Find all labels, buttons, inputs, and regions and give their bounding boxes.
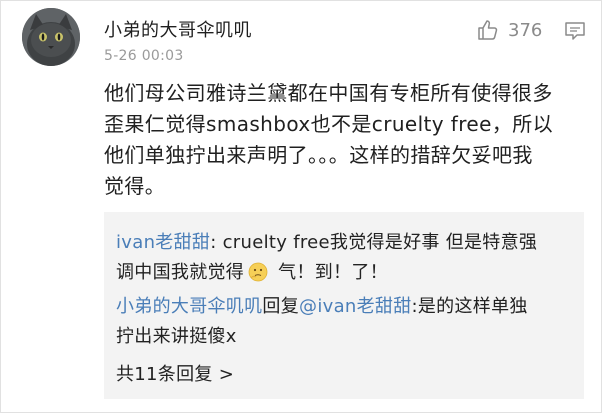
view-all-replies-link[interactable]: 共11条回复 > bbox=[116, 360, 234, 386]
reply-text: 气！到！了！ bbox=[272, 262, 388, 283]
reply-word: 回复 bbox=[262, 296, 300, 317]
reply-username[interactable]: ivan老甜甜 bbox=[116, 232, 210, 253]
reply-text: 拧出来讲挺傻x bbox=[116, 326, 237, 347]
comment-line: 歪果仁觉得smashbox也不是cruelty free，所以 bbox=[104, 112, 554, 136]
comment-timestamp: 5-26 00:03 bbox=[104, 48, 184, 64]
comment-line: 觉得。 bbox=[104, 174, 166, 198]
replies-panel: ivan老甜甜: cruelty free我觉得是好事 但是特意强 调中国我就觉… bbox=[104, 212, 584, 399]
thumbs-up-icon bbox=[478, 20, 498, 40]
comment-username[interactable]: 小弟的大哥伞叽叽 bbox=[104, 16, 252, 42]
reply-mention[interactable]: @ivan老甜甜 bbox=[299, 296, 412, 317]
reply-text: 调中国我就觉得 bbox=[116, 262, 245, 283]
avatar[interactable] bbox=[22, 8, 80, 66]
reply-item: 小弟的大哥伞叽叽回复@ivan老甜甜:是的这样单独 bbox=[116, 292, 528, 318]
like-count: 376 bbox=[508, 19, 543, 41]
like-button[interactable]: 376 bbox=[476, 17, 542, 43]
reply-item: ivan老甜甜: cruelty free我觉得是好事 但是特意强 bbox=[116, 228, 537, 254]
comment-content: 他们母公司雅诗兰黛都在中国有专柜所有使得很多 歪果仁觉得smashbox也不是c… bbox=[104, 78, 554, 202]
reply-text: : cruelty free我觉得是好事 但是特意强 bbox=[210, 232, 538, 253]
reply-button[interactable] bbox=[563, 19, 587, 43]
comment-line: 他们母公司雅诗兰黛都在中国有专柜所有使得很多 bbox=[104, 81, 553, 105]
reply-username[interactable]: 小弟的大哥伞叽叽 bbox=[116, 296, 262, 317]
comment-bubble-icon bbox=[565, 22, 585, 40]
comment-line: 他们单独拧出来声明了。。。这样的措辞欠妥吧我 bbox=[104, 143, 533, 167]
cat-avatar-image bbox=[22, 8, 80, 66]
thinking-face-icon bbox=[248, 262, 268, 287]
reply-text: :是的这样单独 bbox=[411, 296, 528, 317]
reply-item-continued: 拧出来讲挺傻x bbox=[116, 322, 237, 348]
reply-item-continued: 调中国我就觉得 气！到！了！ bbox=[116, 258, 388, 287]
